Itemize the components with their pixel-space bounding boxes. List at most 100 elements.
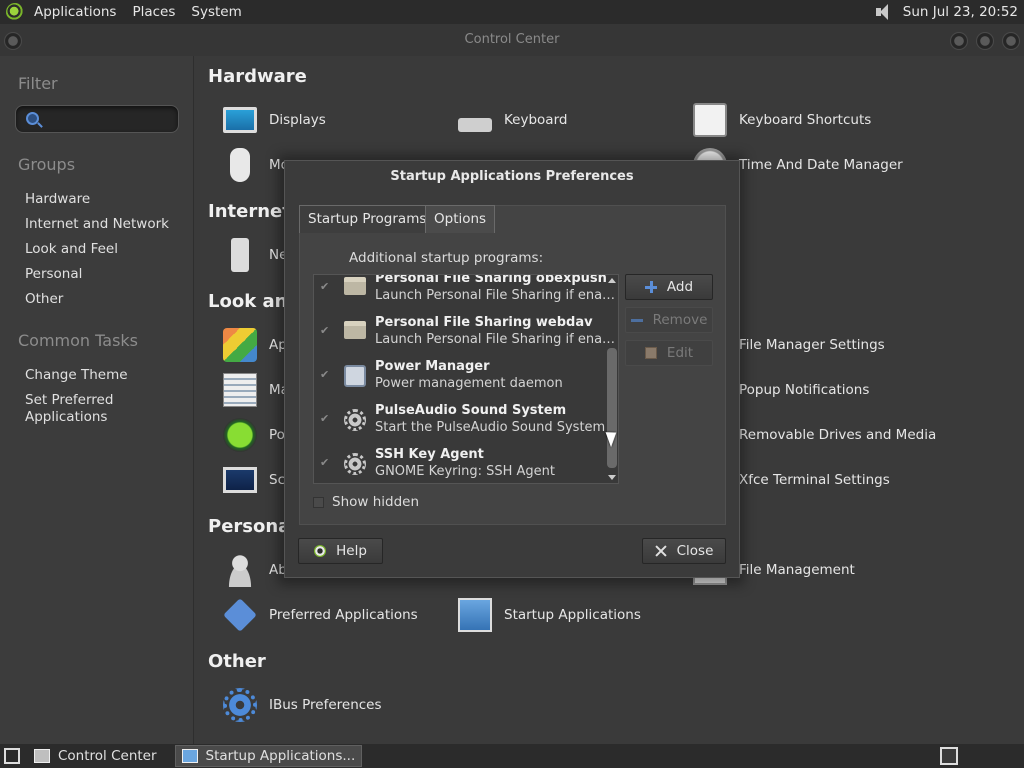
enabled-checkbox[interactable]: ✔ xyxy=(320,413,332,425)
program-description: Power management daemon xyxy=(375,376,563,391)
show-hidden-checkbox[interactable]: Show hidden xyxy=(313,494,419,510)
panel-clock[interactable]: Sun Jul 23, 20:52 xyxy=(895,4,1024,20)
list-item[interactable]: ✔ Personal File Sharing webdav Launch Pe… xyxy=(314,313,615,357)
task-change-theme[interactable]: Change Theme xyxy=(25,367,128,384)
list-item[interactable]: ✔ Personal File Sharing obexpush Launch … xyxy=(314,275,615,313)
remove-button[interactable]: Remove xyxy=(625,307,713,333)
top-panel: Applications Places System Sun Jul 23, 2… xyxy=(0,0,1024,24)
applet-label: Keyboard xyxy=(504,112,568,128)
task-startup-applications[interactable]: Startup Applications... xyxy=(174,745,363,767)
startup-program-list[interactable]: ✔ Personal File Sharing obexpush Launch … xyxy=(313,274,619,484)
applet-label: IBus Preferences xyxy=(269,697,382,713)
common-tasks-heading: Common Tasks xyxy=(18,331,139,350)
list-scrollbar[interactable] xyxy=(605,274,619,484)
task-label: Control Center xyxy=(58,748,157,764)
task-control-center[interactable]: Control Center xyxy=(28,745,163,767)
filter-heading: Filter xyxy=(18,74,58,93)
control-center-icon xyxy=(34,749,50,763)
minus-icon xyxy=(630,314,643,326)
startup-applications-icon xyxy=(181,749,198,763)
minimize-button[interactable] xyxy=(950,32,968,50)
applet-keyboard-shortcuts[interactable]: Keyboard Shortcuts xyxy=(693,103,871,137)
close-icon xyxy=(655,545,667,557)
window-menu-button[interactable] xyxy=(4,32,22,50)
edit-icon xyxy=(644,347,657,359)
menu-places[interactable]: Places xyxy=(124,0,183,24)
show-hidden-label: Show hidden xyxy=(332,494,420,510)
enabled-checkbox[interactable]: ✔ xyxy=(320,281,332,293)
list-item[interactable]: ✔ Power Manager Power management daemon xyxy=(314,357,604,401)
top-panel-tray: Sun Jul 23, 20:52 xyxy=(873,0,1024,24)
dialog-title[interactable]: Startup Applications Preferences xyxy=(285,161,739,193)
startup-preferences-dialog: Startup Applications Preferences Startup… xyxy=(284,160,740,578)
applet-label: Time And Date Manager xyxy=(739,157,903,173)
program-name: SSH Key Agent xyxy=(375,447,484,462)
applet-ibus-preferences[interactable]: IBus Preferences xyxy=(223,688,382,722)
maximize-button[interactable] xyxy=(976,32,994,50)
applet-screensaver[interactable]: Sc xyxy=(223,463,285,497)
menu-system[interactable]: System xyxy=(183,0,249,24)
gear-icon xyxy=(223,688,257,722)
checkbox-box[interactable] xyxy=(313,496,324,508)
menu-editor-icon xyxy=(223,373,257,407)
enabled-checkbox[interactable]: ✔ xyxy=(320,325,332,337)
menu-applications[interactable]: Applications xyxy=(26,0,124,24)
bottom-panel: Control Center Startup Applications... xyxy=(0,744,1024,768)
folder-icon xyxy=(344,277,366,295)
applet-label: File Manager Settings xyxy=(739,337,885,353)
applet-startup-applications[interactable]: Startup Applications xyxy=(458,598,641,632)
scroll-up-arrow-icon[interactable] xyxy=(608,278,616,283)
tab-startup-programs[interactable]: Startup Programs xyxy=(299,205,436,233)
add-button[interactable]: Add xyxy=(625,274,713,300)
applet-keyboard[interactable]: Keyboard xyxy=(458,103,567,137)
workspace-switcher-icon[interactable] xyxy=(940,747,958,765)
group-hardware[interactable]: Hardware xyxy=(25,191,90,208)
hardware-title: Hardware xyxy=(208,66,307,87)
group-personal[interactable]: Personal xyxy=(25,266,82,283)
close-button[interactable]: Close xyxy=(642,538,726,564)
applet-label: Displays xyxy=(269,112,326,128)
folder-icon xyxy=(344,321,366,339)
edit-label: Edit xyxy=(666,345,694,361)
palette-icon xyxy=(223,328,257,362)
search-input[interactable] xyxy=(15,105,179,133)
mouse-icon xyxy=(230,148,250,182)
program-name: Personal File Sharing webdav xyxy=(375,315,593,330)
enabled-checkbox[interactable]: ✔ xyxy=(320,369,332,381)
add-label: Add xyxy=(666,279,694,295)
applet-displays[interactable]: Displays xyxy=(223,103,326,137)
list-item[interactable]: ✔ SSH Key Agent GNOME Keyring: SSH Agent xyxy=(314,445,604,483)
remove-label: Remove xyxy=(652,312,708,328)
other-title: Other xyxy=(208,651,266,672)
group-other[interactable]: Other xyxy=(25,291,63,308)
window-close-button[interactable] xyxy=(1002,32,1020,50)
gear-icon xyxy=(344,453,366,475)
volume-icon[interactable] xyxy=(873,2,895,22)
group-internet-network[interactable]: Internet and Network xyxy=(25,216,169,233)
group-look-and-feel[interactable]: Look and Feel xyxy=(25,241,118,258)
groups-heading: Groups xyxy=(18,155,76,174)
distro-logo-icon[interactable] xyxy=(6,3,24,21)
list-item[interactable]: ✔ PulseAudio Sound System Start the Puls… xyxy=(314,401,605,445)
enabled-checkbox[interactable]: ✔ xyxy=(320,457,332,469)
network-device-icon xyxy=(231,238,249,272)
help-button[interactable]: Help xyxy=(298,538,383,564)
scrollbar-thumb[interactable] xyxy=(607,348,617,468)
edit-button[interactable]: Edit xyxy=(625,340,713,366)
battery-icon xyxy=(223,418,257,452)
monitor-icon xyxy=(223,107,257,133)
applet-preferred-applications[interactable]: Preferred Applications xyxy=(223,598,418,632)
window-titlebar[interactable]: Control Center xyxy=(0,24,1024,56)
applet-label: Preferred Applications xyxy=(269,607,418,623)
show-desktop-icon[interactable] xyxy=(4,748,20,764)
task-set-preferred-apps[interactable]: Set Preferred Applications xyxy=(25,392,113,426)
gear-icon xyxy=(344,409,366,431)
scroll-down-arrow-icon[interactable] xyxy=(608,475,616,480)
keyboard-icon xyxy=(458,118,492,132)
startup-list-label: Additional startup programs: xyxy=(349,250,544,266)
close-label: Close xyxy=(676,543,714,559)
tab-options[interactable]: Options xyxy=(425,205,496,233)
program-description: Launch Personal File Sharing if ena… xyxy=(375,332,616,347)
applet-power[interactable]: Po xyxy=(223,418,285,452)
preferred-applications-icon xyxy=(223,598,257,632)
